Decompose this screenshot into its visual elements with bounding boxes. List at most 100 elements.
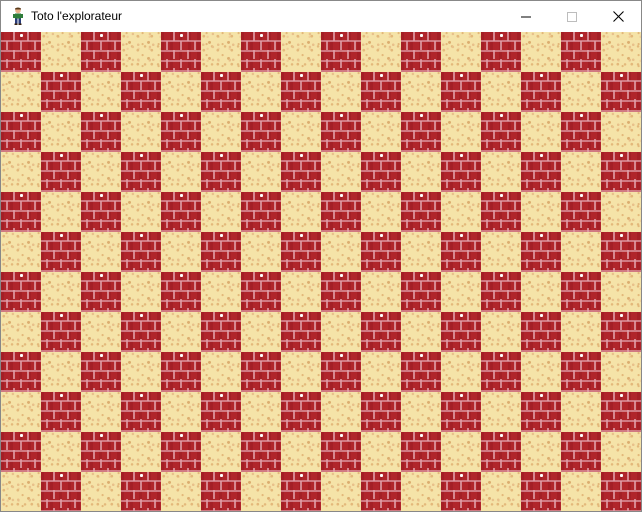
brick-wall-tile — [601, 151, 641, 192]
sand-floor-tile — [201, 351, 241, 392]
brick-wall-tile — [201, 71, 241, 112]
sand-floor-tile — [561, 151, 601, 192]
brick-highlight — [500, 273, 503, 277]
brick-highlight — [540, 153, 543, 157]
brick-highlight — [380, 473, 383, 477]
brick-highlight — [260, 273, 263, 277]
sand-floor-tile — [81, 391, 121, 432]
brick-highlight — [140, 313, 143, 317]
brick-highlight — [260, 353, 263, 357]
brick-wall-tile — [441, 71, 481, 112]
sand-floor-tile — [361, 271, 401, 312]
sand-floor-tile — [81, 311, 121, 352]
brick-wall-tile — [441, 391, 481, 432]
brick-wall-tile — [161, 111, 201, 152]
brick-wall-tile — [41, 391, 81, 432]
minimize-button[interactable] — [503, 1, 549, 32]
brick-highlight — [20, 33, 23, 37]
brick-wall-tile — [201, 311, 241, 352]
brick-wall-tile — [321, 111, 361, 152]
brick-highlight — [420, 273, 423, 277]
brick-highlight — [580, 433, 583, 437]
brick-wall-tile — [201, 471, 241, 511]
sand-floor-tile — [521, 431, 561, 472]
brick-wall-tile — [41, 71, 81, 112]
brick-wall-tile — [161, 271, 201, 312]
brick-wall-tile — [561, 32, 601, 72]
brick-wall-tile — [441, 231, 481, 272]
brick-highlight — [420, 433, 423, 437]
brick-wall-tile — [241, 431, 281, 472]
brick-wall-tile — [441, 471, 481, 511]
brick-highlight — [580, 273, 583, 277]
close-button[interactable] — [595, 1, 641, 32]
brick-wall-tile — [1, 271, 41, 312]
brick-wall-tile — [121, 311, 161, 352]
maximize-button[interactable] — [549, 1, 595, 32]
sand-floor-tile — [361, 32, 401, 72]
sand-floor-tile — [281, 32, 321, 72]
brick-highlight — [20, 113, 23, 117]
brick-highlight — [300, 313, 303, 317]
brick-wall-tile — [321, 32, 361, 72]
brick-wall-tile — [401, 32, 441, 72]
brick-highlight — [60, 473, 63, 477]
brick-highlight — [580, 353, 583, 357]
sand-floor-tile — [241, 471, 281, 511]
brick-highlight — [140, 393, 143, 397]
sand-floor-tile — [201, 271, 241, 312]
sand-floor-tile — [41, 32, 81, 72]
brick-wall-tile — [561, 431, 601, 472]
brick-wall-tile — [401, 191, 441, 232]
brick-highlight — [20, 273, 23, 277]
brick-wall-tile — [521, 311, 561, 352]
sand-floor-tile — [281, 271, 321, 312]
sand-floor-tile — [601, 32, 641, 72]
brick-highlight — [180, 193, 183, 197]
brick-wall-tile — [481, 111, 521, 152]
brick-highlight — [580, 113, 583, 117]
brick-highlight — [20, 193, 23, 197]
brick-highlight — [100, 193, 103, 197]
sand-floor-tile — [1, 311, 41, 352]
window-title: Toto l'explorateur — [31, 9, 123, 23]
brick-wall-tile — [161, 351, 201, 392]
brick-highlight — [60, 393, 63, 397]
sand-floor-tile — [41, 191, 81, 232]
brick-wall-tile — [41, 311, 81, 352]
brick-highlight — [20, 433, 23, 437]
brick-wall-tile — [481, 431, 521, 472]
brick-wall-tile — [41, 151, 81, 192]
brick-wall-tile — [281, 391, 321, 432]
brick-wall-tile — [121, 471, 161, 511]
brick-highlight — [380, 233, 383, 237]
sand-floor-tile — [561, 471, 601, 511]
sand-floor-tile — [81, 471, 121, 511]
sand-floor-tile — [321, 471, 361, 511]
sand-floor-tile — [1, 151, 41, 192]
sand-floor-tile — [561, 311, 601, 352]
title-bar[interactable]: Toto l'explorateur — [1, 1, 641, 32]
brick-wall-tile — [201, 391, 241, 432]
sand-floor-tile — [441, 271, 481, 312]
brick-wall-tile — [521, 391, 561, 432]
brick-wall-tile — [521, 471, 561, 511]
brick-wall-tile — [521, 71, 561, 112]
sand-floor-tile — [121, 351, 161, 392]
sand-floor-tile — [601, 271, 641, 312]
brick-highlight — [460, 473, 463, 477]
brick-wall-tile — [161, 32, 201, 72]
brick-highlight — [340, 273, 343, 277]
brick-wall-tile — [241, 271, 281, 312]
brick-highlight — [180, 33, 183, 37]
brick-wall-tile — [401, 431, 441, 472]
brick-highlight — [140, 473, 143, 477]
brick-wall-tile — [401, 271, 441, 312]
game-board[interactable] — [1, 32, 641, 511]
sand-floor-tile — [241, 231, 281, 272]
sand-floor-tile — [41, 431, 81, 472]
sand-floor-tile — [481, 231, 521, 272]
sand-floor-tile — [521, 191, 561, 232]
brick-wall-tile — [561, 191, 601, 232]
brick-highlight — [140, 233, 143, 237]
